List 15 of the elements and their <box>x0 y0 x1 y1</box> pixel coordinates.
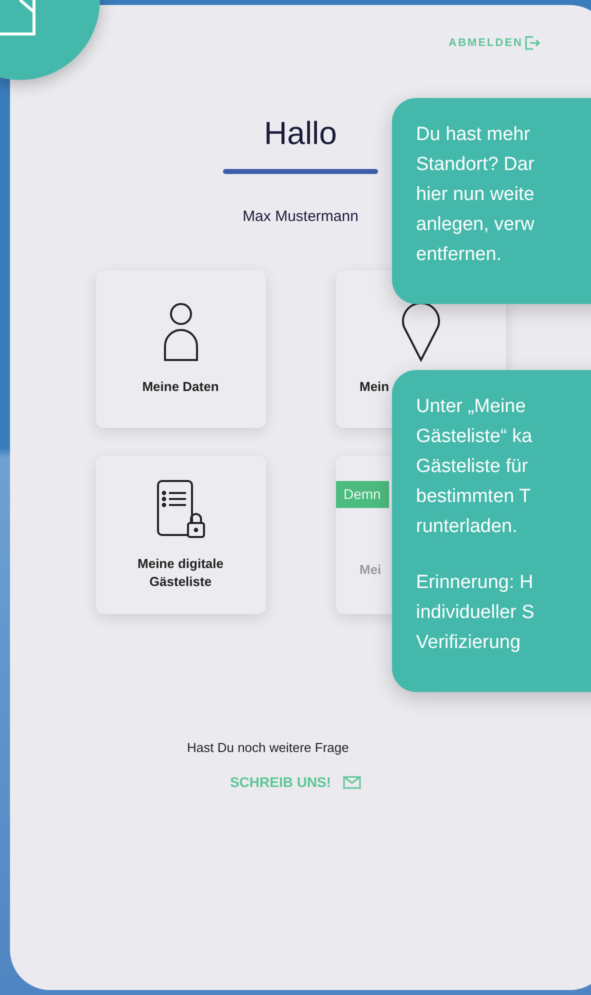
badge: Demn <box>336 481 389 508</box>
menu-card[interactable]: Meine digitale Gästeliste <box>96 456 266 614</box>
card-label: Meine Daten <box>142 378 219 396</box>
logout-icon <box>525 36 541 50</box>
question-text: Hast Du noch weitere Frage <box>186 739 349 757</box>
document-lock-icon <box>156 479 206 539</box>
menu-card[interactable]: Meine Daten <box>96 270 266 428</box>
tooltip-text: Erinnerung: H individueller S Verifizierung <box>416 571 536 655</box>
greeting-title: Hallo <box>264 114 337 152</box>
mail-icon <box>343 776 362 788</box>
card-label: Mein <box>358 378 390 396</box>
card-label: Meine digitale Gästeliste <box>138 555 224 591</box>
tooltip-text: Du hast mehr Standort? Dar hier nun weite anlegen, verw entfernen. <box>416 123 536 267</box>
user-name: Max Mustermann <box>242 206 358 226</box>
card-label: Mei <box>358 561 382 579</box>
